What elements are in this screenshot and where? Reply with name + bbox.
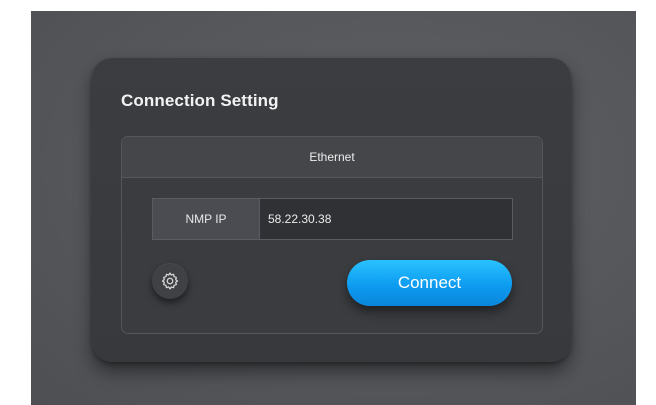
nmp-ip-input[interactable] xyxy=(260,199,512,239)
dialog-title: Connection Setting xyxy=(121,91,279,110)
ethernet-panel: Ethernet NMP IP Connect xyxy=(121,136,543,334)
settings-button[interactable] xyxy=(152,263,188,299)
panel-header: Ethernet xyxy=(122,137,542,178)
nmp-ip-label: NMP IP xyxy=(153,199,260,239)
screen-background: Connection Setting Ethernet NMP IP Conne… xyxy=(31,11,636,405)
nmp-ip-row: NMP IP xyxy=(152,198,513,240)
panel-header-label: Ethernet xyxy=(309,150,355,164)
connection-setting-dialog: Connection Setting Ethernet NMP IP Conne… xyxy=(92,58,571,362)
connect-button[interactable]: Connect xyxy=(347,260,512,306)
gear-icon xyxy=(161,272,179,290)
